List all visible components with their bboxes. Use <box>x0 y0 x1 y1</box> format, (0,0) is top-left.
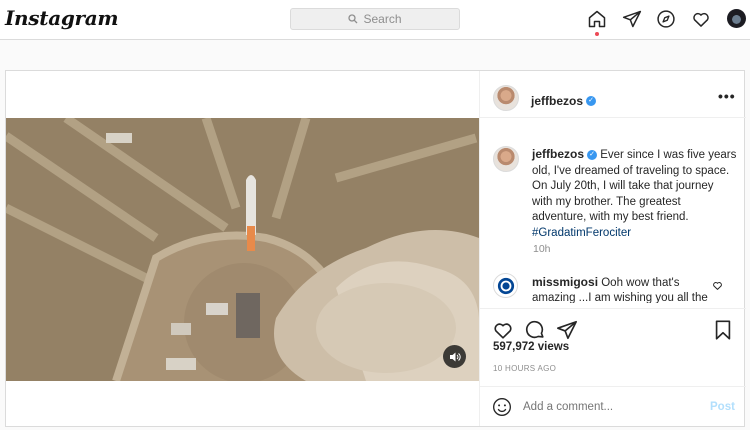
post-header: jeffbezos ✓ ••• <box>480 71 746 118</box>
caption-author-avatar[interactable] <box>493 146 519 172</box>
instagram-logo[interactable]: Instagram <box>5 6 119 30</box>
notification-dot <box>595 32 599 36</box>
post-video[interactable] <box>6 118 479 381</box>
like-icon[interactable] <box>492 319 514 341</box>
more-options-icon[interactable]: ••• <box>718 88 736 104</box>
post-card: jeffbezos ✓ ••• jeffbezos ✓ Ever since I w… <box>5 70 746 428</box>
explore-icon[interactable] <box>655 8 677 30</box>
commenter-avatar[interactable] <box>493 273 518 298</box>
post-actions <box>480 308 746 398</box>
post-sidebar: jeffbezos ✓ ••• jeffbezos ✓ Ever since I w… <box>479 71 746 428</box>
caption-hashtag[interactable]: #GradatimFerociter <box>532 227 631 239</box>
speaker-icon <box>449 352 461 361</box>
club-crest-icon <box>497 277 514 294</box>
share-icon[interactable] <box>556 319 578 341</box>
comment-input[interactable] <box>523 401 683 413</box>
emoji-icon[interactable] <box>492 397 512 417</box>
search-placeholder: Search <box>363 12 402 26</box>
comment-item: missmigosi Ooh wow that's amazing ...I a… <box>532 275 712 303</box>
home-icon[interactable] <box>586 8 608 30</box>
author-username[interactable]: jeffbezos <box>531 94 583 108</box>
activity-icon[interactable] <box>690 8 712 30</box>
author-avatar[interactable] <box>493 85 519 111</box>
rocket-launch-image <box>6 118 479 381</box>
add-comment-bar: Post <box>480 386 746 428</box>
save-icon[interactable] <box>712 319 734 341</box>
mute-button[interactable] <box>443 345 466 368</box>
verified-icon: ✓ <box>587 149 598 160</box>
caption-username[interactable]: jeffbezos <box>532 147 584 161</box>
search-input[interactable]: Search <box>290 8 460 30</box>
post-comment-button[interactable]: Post <box>710 401 735 413</box>
top-nav-bar: Instagram Search <box>0 0 750 40</box>
comment-icon[interactable] <box>524 319 546 341</box>
profile-avatar[interactable] <box>727 9 746 28</box>
search-icon <box>348 14 358 24</box>
post-timestamp: 10 HOURS AGO <box>493 364 557 373</box>
comment-like-icon[interactable] <box>712 280 723 291</box>
caption-age: 10h <box>533 243 551 255</box>
direct-icon[interactable] <box>621 8 643 30</box>
view-count[interactable]: 597,972 views <box>493 341 569 353</box>
verified-icon: ✓ <box>586 95 597 106</box>
post-caption: jeffbezos ✓ Ever since I was five years o… <box>532 147 737 241</box>
author-line: jeffbezos ✓ <box>531 92 597 110</box>
commenter-username[interactable]: missmigosi <box>532 275 598 289</box>
